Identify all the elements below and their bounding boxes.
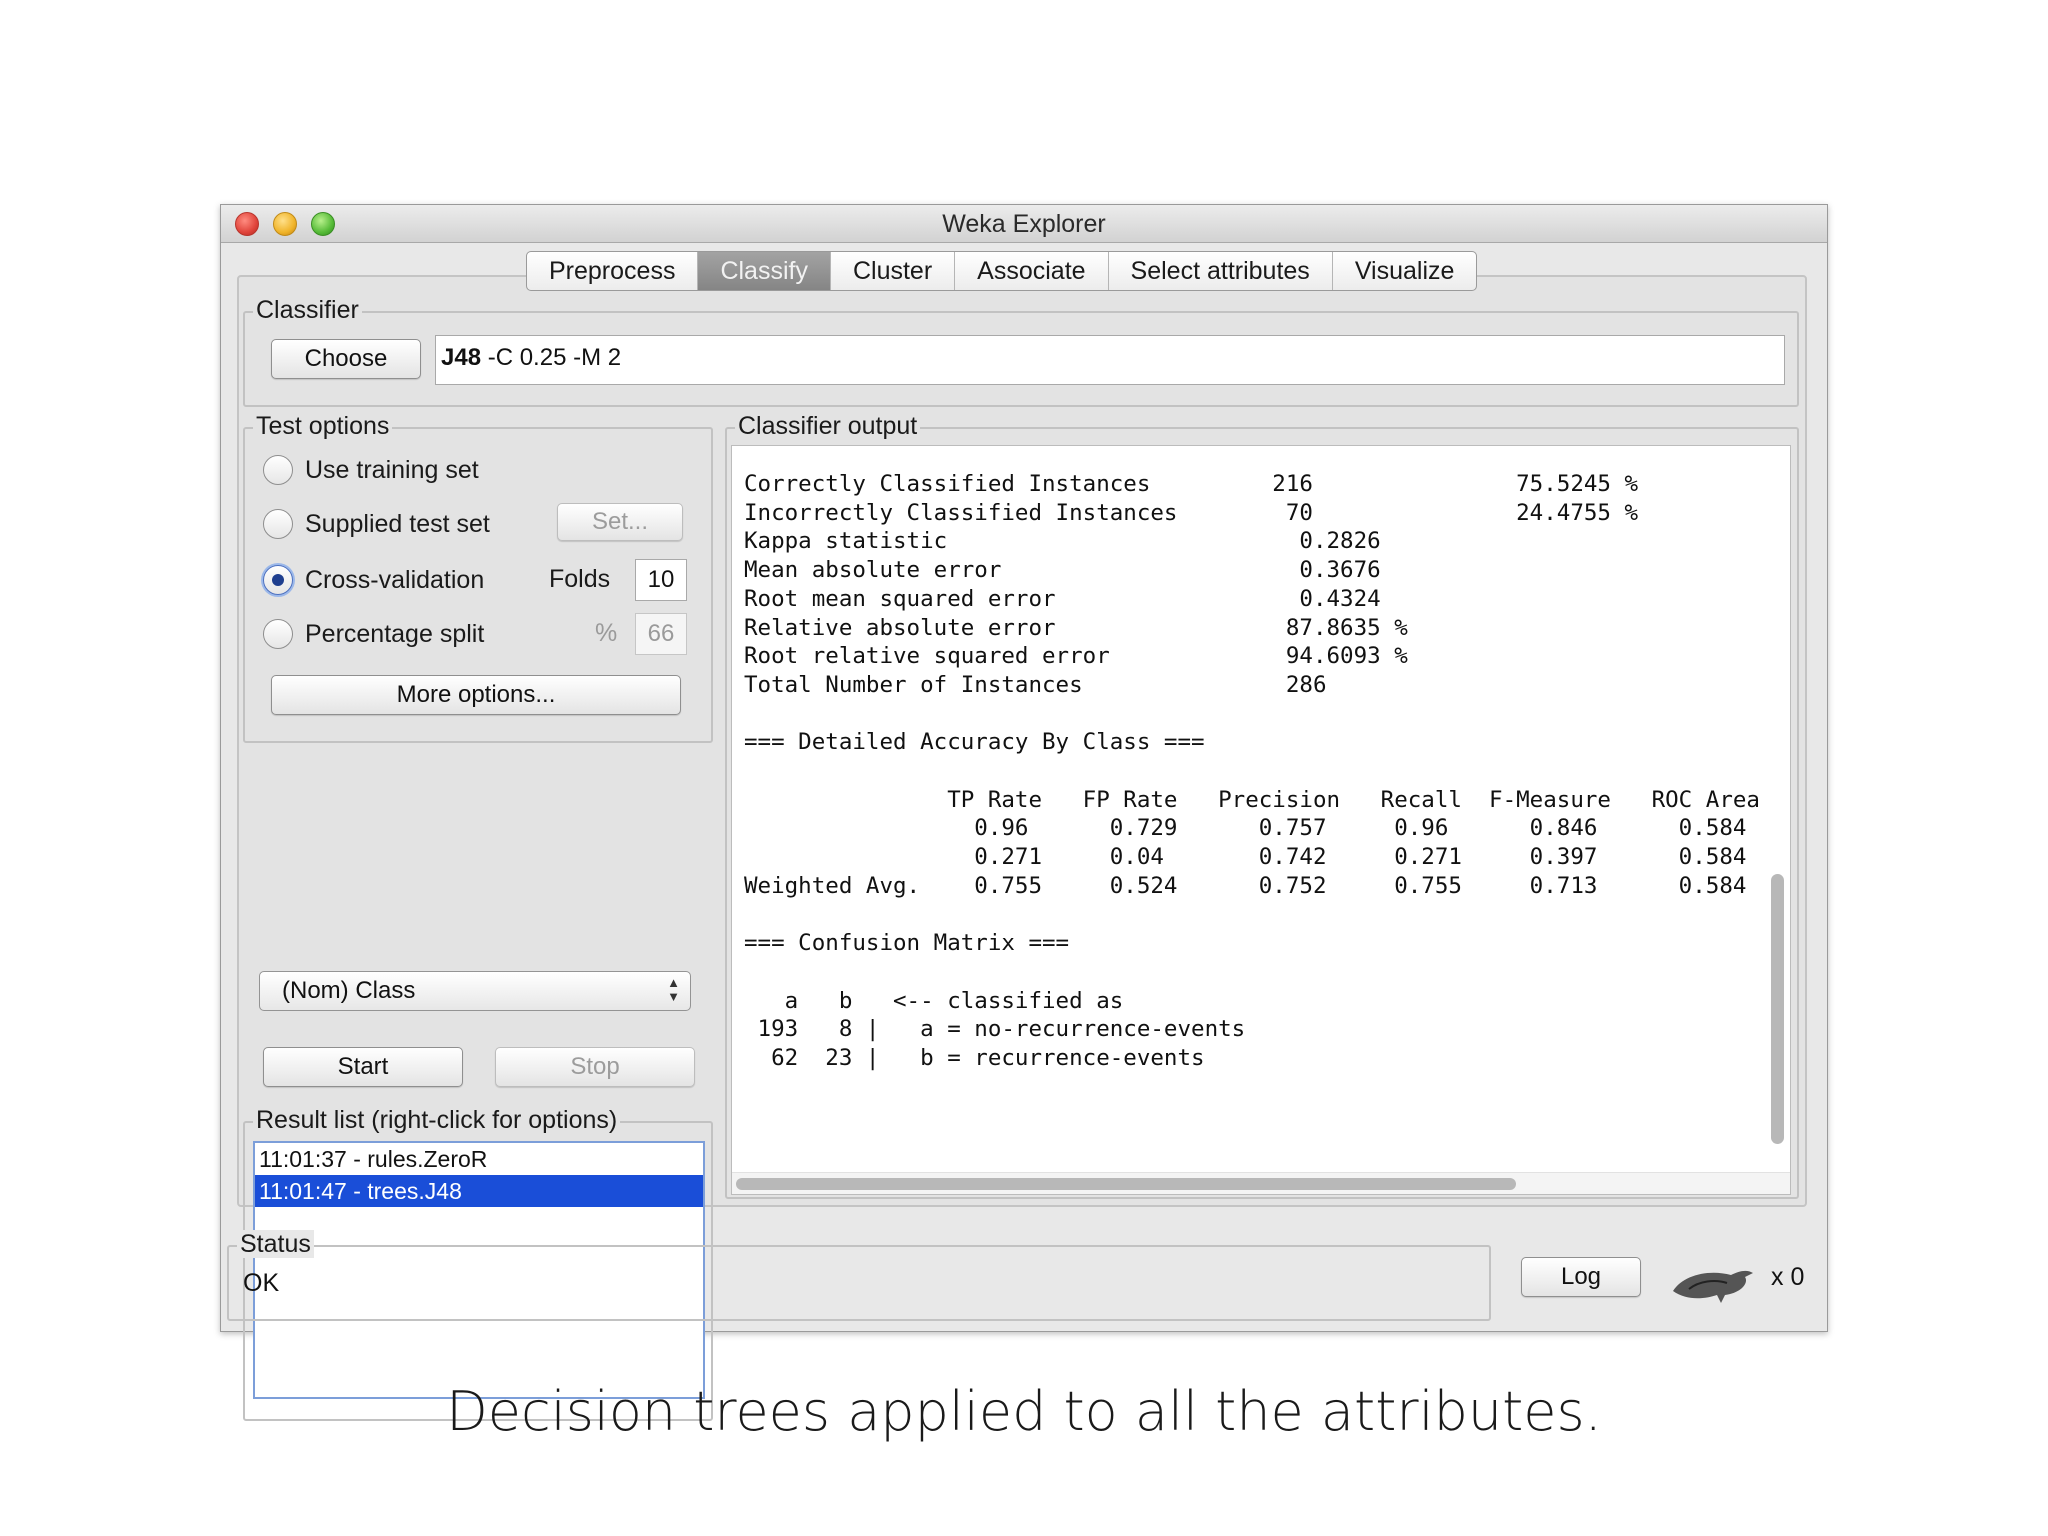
tab-visualize[interactable]: Visualize	[1333, 252, 1477, 290]
title-bar: Weka Explorer	[221, 205, 1827, 243]
percentage-split-input[interactable]: 66	[635, 613, 687, 655]
classifier-name: J48	[441, 344, 482, 371]
vertical-scroll-thumb[interactable]	[1771, 874, 1784, 1144]
output-line: a b <-- classified as	[744, 987, 1124, 1014]
output-line: 62 23 | b = recurrence-events	[744, 1045, 1205, 1071]
output-line: 0.271 0.04 0.742 0.271 0.397 0.584	[744, 844, 1747, 871]
use-training-set-option[interactable]: Use training set	[263, 453, 479, 487]
output-line: Root relative squared error 94.6093 %	[744, 643, 1408, 670]
output-line: Incorrectly Classified Instances 70 24.4…	[744, 499, 1639, 526]
classifier-output-area[interactable]: Correctly Classified Instances 216 75.52…	[731, 445, 1791, 1195]
classifier-output-group: Classifier output Correctly Classified I…	[725, 412, 1799, 1199]
more-options-button[interactable]: More options...	[271, 675, 681, 715]
cross-validation-option[interactable]: Cross-validation	[263, 563, 484, 597]
supplied-test-set-option[interactable]: Supplied test set	[263, 507, 490, 541]
output-line: Kappa statistic 0.2826	[744, 528, 1381, 555]
output-line: Mean absolute error 0.3676	[744, 557, 1381, 584]
classifier-options: -C 0.25 -M 2	[487, 344, 622, 371]
class-attribute-select[interactable]: (Nom) Class ▲ ▼	[259, 971, 691, 1011]
window-title: Weka Explorer	[942, 210, 1106, 238]
classifier-group: Classifier Choose J48 -C 0.25 -M 2	[243, 296, 1799, 407]
output-line: Root mean squared error 0.4324	[744, 585, 1381, 612]
stop-button[interactable]: Stop	[495, 1047, 695, 1087]
supplied-test-set-radio[interactable]	[263, 509, 293, 539]
folds-input[interactable]: 10	[635, 559, 687, 601]
classifier-output-text: Correctly Classified Instances 216 75.52…	[744, 470, 1760, 1073]
set-test-set-button[interactable]: Set...	[557, 503, 683, 541]
output-line: === Detailed Accuracy By Class ===	[744, 729, 1205, 756]
status-group: Status OK	[227, 1230, 1491, 1321]
select-arrows-icon: ▲ ▼	[667, 975, 680, 1004]
folds-label: Folds	[549, 565, 611, 593]
weka-bird-icon[interactable]	[1669, 1261, 1759, 1307]
cross-validation-radio[interactable]	[263, 565, 293, 595]
cross-validation-label: Cross-validation	[305, 565, 485, 594]
horizontal-scroll-thumb[interactable]	[736, 1178, 1516, 1190]
output-line: Correctly Classified Instances 216 75.52…	[744, 471, 1639, 497]
classify-panel: Classifier Choose J48 -C 0.25 -M 2 Test …	[237, 275, 1807, 1421]
result-list-label: Result list (right-click for options)	[253, 1106, 621, 1134]
output-line: Relative absolute error 87.8635 %	[744, 614, 1408, 641]
slide-caption: Decision trees applied to all the attrib…	[446, 1380, 1602, 1443]
test-options-group: Test options Use training set Supplied t…	[243, 412, 713, 743]
tab-associate[interactable]: Associate	[955, 252, 1109, 290]
output-line: Total Number of Instances 286	[744, 671, 1327, 698]
task-count: x 0	[1771, 1263, 1805, 1291]
start-button[interactable]: Start	[263, 1047, 463, 1087]
tab-classify[interactable]: Classify	[698, 252, 831, 290]
percentage-split-option[interactable]: Percentage split	[263, 617, 484, 651]
percent-symbol: %	[595, 619, 618, 647]
choose-classifier-button[interactable]: Choose	[271, 339, 421, 379]
classifier-output-label: Classifier output	[735, 412, 921, 440]
output-line: 193 8 | a = no-recurrence-events	[744, 1016, 1246, 1043]
output-line: TP Rate FP Rate Precision Recall F-Measu…	[744, 786, 1760, 813]
vertical-scrollbar[interactable]	[1766, 446, 1788, 1156]
supplied-test-set-label: Supplied test set	[305, 509, 490, 538]
percentage-split-label: Percentage split	[305, 619, 485, 648]
result-list-item[interactable]: 11:01:47 - trees.J48	[255, 1175, 703, 1207]
status-label: Status	[237, 1230, 314, 1258]
horizontal-scrollbar[interactable]	[732, 1172, 1790, 1194]
weka-explorer-window: Weka Explorer Preprocess Classify Cluster A…	[220, 204, 1828, 1421]
log-button[interactable]: Log	[1521, 1257, 1641, 1297]
use-training-set-label: Use training set	[305, 455, 479, 484]
tab-cluster[interactable]: Cluster	[831, 252, 956, 290]
use-training-set-radio[interactable]	[263, 455, 293, 485]
status-text: OK	[243, 1269, 280, 1297]
output-line: Weighted Avg. 0.755 0.524 0.752 0.755 0.…	[744, 872, 1747, 899]
classifier-config-field[interactable]: J48 -C 0.25 -M 2	[435, 335, 1785, 385]
tab-bar: Preprocess Classify Cluster Associate Select…	[526, 251, 1478, 291]
output-line: 0.96 0.729 0.757 0.96 0.846 0.584	[744, 815, 1747, 842]
tab-preprocess[interactable]: Preprocess	[527, 252, 699, 290]
test-options-label: Test options	[253, 412, 393, 440]
percentage-split-radio[interactable]	[263, 619, 293, 649]
class-attribute-value: (Nom) Class	[282, 977, 416, 1004]
output-line: === Confusion Matrix ===	[744, 930, 1070, 957]
tab-select-attributes[interactable]: Select attributes	[1109, 252, 1333, 290]
classifier-group-label: Classifier	[253, 296, 362, 324]
result-list-item[interactable]: 11:01:37 - rules.ZeroR	[255, 1143, 703, 1175]
